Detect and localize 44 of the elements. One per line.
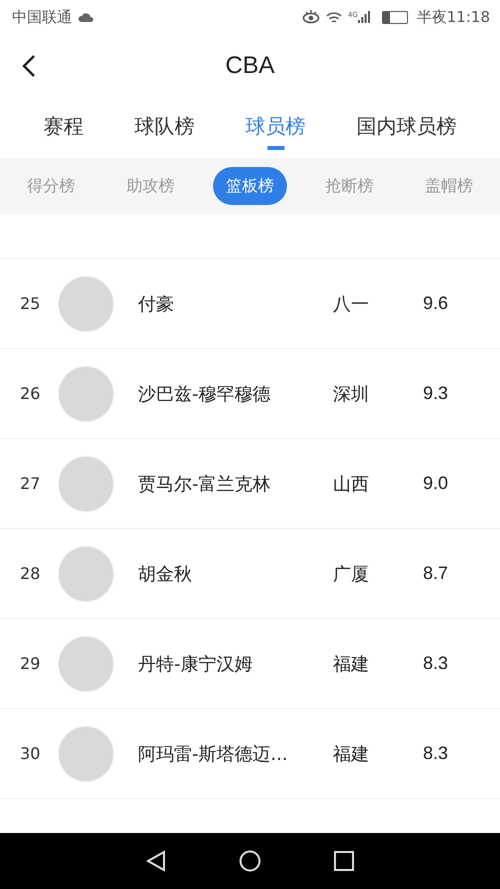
player-name: 阿玛雷-斯塔德迈... [138, 742, 289, 766]
rank-number: 26 [20, 384, 42, 403]
player-name: 沙巴兹-穆罕穆德 [138, 382, 272, 406]
triangle-icon [146, 850, 166, 872]
subtab[interactable]: 盖帽榜 [412, 167, 486, 205]
cloud-icon [78, 12, 94, 22]
subtab[interactable]: 助攻榜 [114, 167, 188, 205]
team-name: 八一 [333, 292, 370, 316]
rebounds-value: 9.6 [423, 293, 448, 314]
square-icon [334, 851, 354, 871]
rank-number: 25 [20, 294, 42, 313]
tab[interactable]: 国内球员榜 [352, 104, 460, 150]
rebounds-value: 8.3 [423, 743, 448, 764]
subtab[interactable]: 篮板榜 [213, 167, 287, 205]
rebounds-value: 9.0 [423, 473, 448, 494]
team-name: 深圳 [333, 382, 370, 406]
battery-icon [382, 10, 408, 24]
tab[interactable]: 球队榜 [130, 104, 198, 150]
team-name: 福建 [333, 742, 370, 766]
player-name: 付豪 [138, 292, 175, 316]
subtab[interactable]: 抢断榜 [312, 167, 386, 205]
clock-time: 半夜11:18 [416, 8, 490, 26]
carrier-name: 中国联通 [12, 8, 72, 26]
player-name: 贾马尔-富兰克林 [138, 472, 272, 496]
team-name: 广厦 [333, 562, 370, 586]
rebounds-value: 8.3 [423, 653, 448, 674]
wifi-icon [326, 10, 342, 24]
rank-number: 28 [20, 564, 42, 583]
tab[interactable]: 赛程 [40, 104, 88, 150]
subtab[interactable]: 得分榜 [14, 167, 88, 205]
rank-number: 27 [20, 474, 42, 493]
rank-number: 30 [20, 744, 42, 763]
rebounds-value: 8.7 [423, 563, 448, 584]
player-name: 丹特-康宁汉姆 [138, 652, 254, 676]
rank-number: 29 [20, 654, 42, 673]
signal-icon [358, 11, 370, 23]
circle-icon [238, 850, 261, 872]
player-name: 胡金秋 [138, 562, 193, 586]
team-name: 福建 [333, 652, 370, 676]
tab[interactable]: 球员榜 [242, 104, 310, 150]
rebounds-value: 9.3 [423, 383, 448, 404]
team-name: 山西 [333, 472, 370, 496]
page-title: CBA [225, 52, 275, 80]
eye-icon [302, 10, 320, 24]
